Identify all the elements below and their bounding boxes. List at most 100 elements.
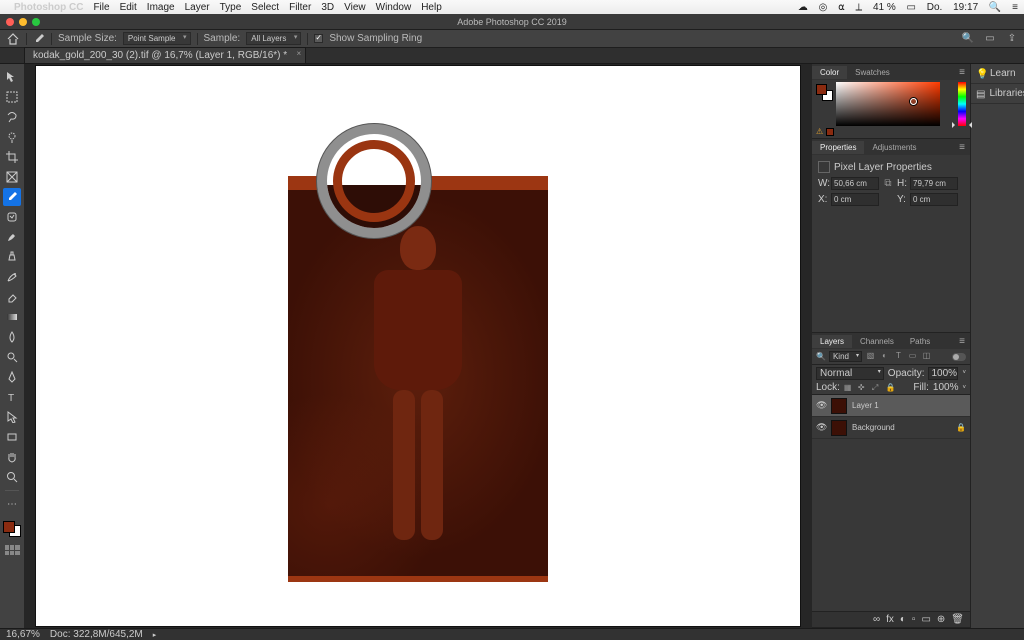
zoom-tool[interactable] bbox=[3, 468, 21, 486]
adjustment-layer-icon[interactable]: ▫ bbox=[912, 614, 916, 625]
layer-mask-icon[interactable]: ◐ bbox=[900, 614, 906, 625]
status-day[interactable]: Do. bbox=[927, 2, 943, 13]
tab-swatches[interactable]: Swatches bbox=[847, 66, 898, 79]
properties-panel-menu-icon[interactable]: ≡ bbox=[954, 142, 970, 153]
crop-tool[interactable] bbox=[3, 148, 21, 166]
layer-filter-kind[interactable]: Kind bbox=[829, 351, 862, 362]
status-battery-icon[interactable]: ▭ bbox=[907, 2, 916, 13]
status-cc-icon[interactable]: ◎ bbox=[819, 2, 828, 13]
gamut-warning-icon[interactable]: ⚠ bbox=[816, 127, 823, 136]
eraser-tool[interactable] bbox=[3, 288, 21, 306]
menu-view[interactable]: View bbox=[344, 2, 366, 13]
clone-stamp-tool[interactable] bbox=[3, 248, 21, 266]
status-battery[interactable]: 41 % bbox=[873, 2, 896, 13]
rectangle-tool[interactable] bbox=[3, 428, 21, 446]
marquee-tool[interactable] bbox=[3, 88, 21, 106]
filter-type-icon[interactable]: T bbox=[893, 351, 904, 362]
show-sampling-ring-checkbox[interactable] bbox=[314, 34, 323, 43]
blend-mode-dropdown[interactable]: Normal bbox=[816, 367, 884, 380]
menu-filter[interactable]: Filter bbox=[289, 2, 311, 13]
new-layer-icon[interactable]: ⊕ bbox=[937, 614, 945, 625]
lock-position-icon[interactable]: ✜ bbox=[858, 383, 868, 392]
prop-y-input[interactable] bbox=[910, 193, 958, 206]
status-cloud-icon[interactable]: ☁︎ bbox=[798, 2, 808, 13]
home-button[interactable] bbox=[6, 32, 20, 46]
tab-channels[interactable]: Channels bbox=[852, 335, 902, 348]
link-wh-icon[interactable]: ⧉ bbox=[882, 178, 894, 189]
dodge-tool[interactable] bbox=[3, 348, 21, 366]
tab-paths[interactable]: Paths bbox=[902, 335, 938, 348]
layer-row[interactable]: 👁 Layer 1 bbox=[812, 395, 970, 417]
frame-tool[interactable] bbox=[3, 168, 21, 186]
layer-visibility-icon[interactable]: 👁 bbox=[816, 400, 826, 411]
tab-color[interactable]: Color bbox=[812, 66, 847, 79]
move-tool[interactable] bbox=[3, 68, 21, 86]
document-tab-close-icon[interactable]: × bbox=[297, 49, 302, 58]
document-tab[interactable]: kodak_gold_200_30 (2).tif @ 16,7% (Layer… bbox=[24, 47, 306, 63]
tab-layers[interactable]: Layers bbox=[812, 335, 852, 348]
dock-learn[interactable]: 💡 Learn bbox=[971, 64, 1024, 84]
screen-mode-icon[interactable] bbox=[5, 545, 20, 555]
quick-select-tool[interactable] bbox=[3, 128, 21, 146]
layer-fx-icon[interactable]: fx bbox=[886, 614, 894, 625]
status-time[interactable]: 19:17 bbox=[953, 2, 978, 13]
share-icon[interactable]: ⇪ bbox=[1006, 33, 1018, 45]
color-swatches[interactable] bbox=[3, 521, 21, 537]
sample-size-dropdown[interactable]: Point Sample bbox=[123, 32, 191, 45]
blur-tool[interactable] bbox=[3, 328, 21, 346]
layer-row[interactable]: 👁 Background 🔒 bbox=[812, 417, 970, 439]
layer-lock-icon[interactable]: 🔒 bbox=[956, 423, 966, 432]
status-wifi-icon[interactable]: ⟂ bbox=[856, 2, 863, 13]
status-search-icon[interactable]: 🔍 bbox=[989, 2, 1001, 13]
brush-tool[interactable] bbox=[3, 228, 21, 246]
lock-artboard-icon[interactable]: ⤢ bbox=[872, 383, 882, 393]
status-user-icon[interactable]: ⍺ bbox=[838, 2, 845, 13]
lasso-tool[interactable] bbox=[3, 108, 21, 126]
sample-dropdown[interactable]: All Layers bbox=[246, 32, 301, 45]
layers-panel-menu-icon[interactable]: ≡ bbox=[954, 336, 970, 347]
layer-thumbnail[interactable] bbox=[831, 420, 847, 436]
search-icon[interactable]: 🔍 bbox=[962, 33, 974, 45]
delete-layer-icon[interactable]: 🗑 bbox=[951, 614, 964, 625]
lock-pixels-icon[interactable]: ▦ bbox=[844, 383, 854, 392]
filter-toggle[interactable] bbox=[952, 353, 966, 361]
lock-all-icon[interactable]: 🔒 bbox=[886, 383, 896, 392]
doc-size-readout[interactable]: Doc: 322,8M/645,2M bbox=[50, 629, 143, 640]
status-menu-icon[interactable]: ≡ bbox=[1012, 2, 1018, 13]
hand-tool[interactable] bbox=[3, 448, 21, 466]
filter-shape-icon[interactable]: ▭ bbox=[907, 351, 918, 362]
gamut-warning-swatch[interactable] bbox=[826, 128, 834, 136]
healing-brush-tool[interactable] bbox=[3, 208, 21, 226]
filter-smart-icon[interactable]: ◫ bbox=[921, 351, 932, 362]
menu-select[interactable]: Select bbox=[251, 2, 279, 13]
type-tool[interactable]: T bbox=[3, 388, 21, 406]
link-layers-icon[interactable]: ∞ bbox=[873, 614, 880, 625]
color-panel-menu-icon[interactable]: ≡ bbox=[954, 67, 970, 78]
canvas-area[interactable] bbox=[24, 64, 812, 628]
opacity-input[interactable]: 100% bbox=[928, 367, 958, 380]
layer-name[interactable]: Background bbox=[852, 423, 895, 432]
hue-slider[interactable] bbox=[958, 82, 966, 126]
menu-type[interactable]: Type bbox=[220, 2, 242, 13]
tab-properties[interactable]: Properties bbox=[812, 141, 864, 154]
window-titlebar[interactable]: Adobe Photoshop CC 2019 bbox=[0, 14, 1024, 30]
menu-window[interactable]: Window bbox=[376, 2, 412, 13]
tab-adjustments[interactable]: Adjustments bbox=[864, 141, 924, 154]
gradient-tool[interactable] bbox=[3, 308, 21, 326]
menu-image[interactable]: Image bbox=[147, 2, 175, 13]
prop-x-input[interactable] bbox=[831, 193, 879, 206]
fill-input[interactable]: 100% bbox=[933, 382, 959, 393]
layer-visibility-icon[interactable]: 👁 bbox=[816, 422, 826, 433]
color-panel-swatches[interactable] bbox=[816, 84, 830, 98]
menu-3d[interactable]: 3D bbox=[321, 2, 334, 13]
filter-pixel-icon[interactable]: ▧ bbox=[865, 351, 876, 362]
eyedropper-tool[interactable] bbox=[3, 188, 21, 206]
layer-thumbnail[interactable] bbox=[831, 398, 847, 414]
menu-help[interactable]: Help bbox=[421, 2, 442, 13]
history-brush-tool[interactable] bbox=[3, 268, 21, 286]
color-field[interactable] bbox=[836, 82, 940, 126]
menu-edit[interactable]: Edit bbox=[120, 2, 137, 13]
layer-name[interactable]: Layer 1 bbox=[852, 401, 879, 410]
pen-tool[interactable] bbox=[3, 368, 21, 386]
zoom-readout[interactable]: 16,67% bbox=[6, 629, 40, 640]
